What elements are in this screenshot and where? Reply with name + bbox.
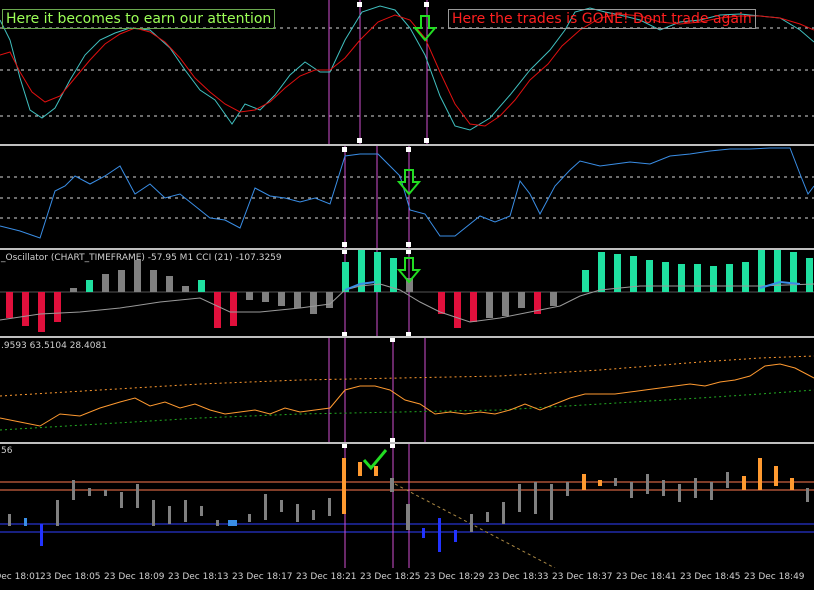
time-tick: 23 Dec 18:49: [744, 572, 805, 582]
time-tick: 23 Dec 18:45: [680, 572, 741, 582]
bands-pane-label: .9593 63.5104 28.4081: [1, 341, 107, 351]
time-tick: 23 Dec 18:29: [424, 572, 485, 582]
down-arrow-icon: [412, 15, 438, 42]
time-axis: 23 Dec 18:01 23 Dec 18:05 23 Dec 18:09 2…: [0, 568, 814, 590]
price-bars-pane[interactable]: 56: [0, 444, 814, 568]
bands-pane[interactable]: .9593 63.5104 28.4081: [0, 338, 814, 442]
time-tick: 23 Dec 18:05: [40, 572, 101, 582]
histogram-pane-label: _Oscillator (CHART_TIMEFRAME) -57.95 M1 …: [1, 253, 282, 263]
time-tick: 23 Dec 18:09: [104, 572, 165, 582]
right-annotation-text: Here the trades is GONE! Dont trade agai…: [452, 11, 752, 27]
time-tick: 23 Dec 18:33: [488, 572, 549, 582]
price-pane-label: 56: [1, 446, 13, 456]
checkmark-icon: [362, 449, 388, 471]
left-annotation-text: Here it becomes to earn our attention: [6, 11, 272, 27]
time-tick: 23 Dec 18:17: [232, 572, 293, 582]
time-tick: 23 Dec 18:21: [296, 572, 357, 582]
time-tick: 23 Dec 18:01: [0, 572, 41, 582]
chart-window: Here it becomes to earn our attention He…: [0, 0, 814, 590]
price-bars-plot: [0, 444, 814, 568]
time-tick: 23 Dec 18:13: [168, 572, 229, 582]
time-tick: 23 Dec 18:25: [360, 572, 421, 582]
bands-plot: [0, 338, 814, 442]
stochastic-pane[interactable]: Here it becomes to earn our attention He…: [0, 0, 814, 144]
blue-line-pane[interactable]: [0, 146, 814, 248]
time-tick: 23 Dec 18:37: [552, 572, 613, 582]
time-tick: 23 Dec 18:41: [616, 572, 677, 582]
blue-line-plot: [0, 146, 814, 248]
histogram-oscillator-pane[interactable]: _Oscillator (CHART_TIMEFRAME) -57.95 M1 …: [0, 250, 814, 336]
left-annotation: Here it becomes to earn our attention: [2, 9, 276, 29]
right-annotation: Here the trades is GONE! Dont trade agai…: [448, 9, 756, 29]
